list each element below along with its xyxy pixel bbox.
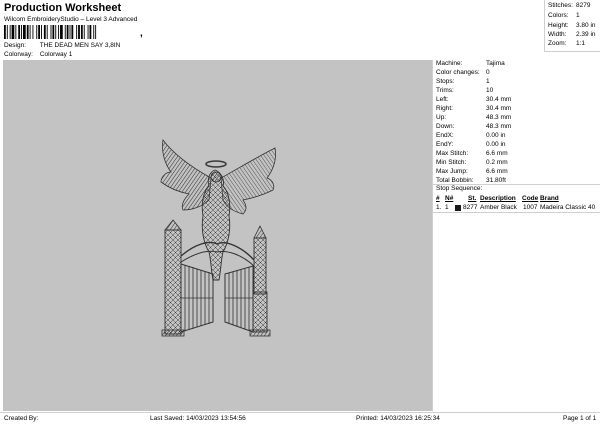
thread-color-swatch: [455, 205, 461, 211]
info-up: Up: 48.3 mm: [436, 114, 512, 121]
design-value: THE DEAD MEN SAY 3,8IN: [39, 42, 121, 49]
design-preview: [3, 60, 432, 411]
barcode-suffix: ,: [140, 28, 143, 39]
page-title: Production Worksheet: [4, 2, 122, 14]
stat-height: Height: 3.80 in: [548, 22, 596, 29]
info-total-bobbin: Total Bobbin: 31.80ft: [436, 177, 506, 184]
row-brand: Madeira Classic 40: [540, 204, 596, 211]
info-max-jump: Max Jump: 6.6 mm: [436, 168, 508, 175]
colorway-row: Colorway: Colorway 1: [4, 51, 72, 58]
stat-colors: Colors: 1: [548, 12, 580, 19]
footer: Created By: Last Saved: 14/03/2023 13:54…: [0, 412, 600, 424]
info-down: Down: 48.3 mm: [436, 123, 512, 130]
info-endy: EndY: 0.00 in: [436, 141, 506, 148]
last-saved: Last Saved: 14/03/2023 13:54:56: [150, 415, 246, 422]
info-stops: Stops: 1: [436, 78, 490, 85]
info-color-changes: Color changes: 0: [436, 69, 490, 76]
design-label: Design:: [4, 42, 27, 49]
row-st: 8277: [463, 204, 478, 211]
info-min-stitch: Min Stitch: 0.2 mm: [436, 159, 508, 166]
info-trims: Trims: 10: [436, 87, 494, 94]
colorway-value: Colorway 1: [39, 51, 73, 58]
col-num: #: [436, 195, 440, 202]
stat-zoom: Zoom: 1:1: [548, 40, 586, 47]
row-num: 1.: [436, 204, 442, 211]
col-code: Code: [522, 195, 539, 202]
page-number: Page 1 of 1: [563, 415, 597, 422]
design-row: Design: THE DEAD MEN SAY 3,8IN: [4, 42, 120, 49]
separator: [433, 212, 600, 213]
stat-stitches: Stitches: 8279: [548, 2, 591, 9]
info-left: Left: 30.4 mm: [436, 96, 512, 103]
info-right: Right: 30.4 mm: [436, 105, 512, 112]
row-n: 1: [445, 204, 449, 211]
stop-sequence-title: Stop Sequence:: [436, 185, 483, 192]
software-subtitle: Wilcom EmbroideryStudio – Level 3 Advanc…: [4, 16, 138, 23]
stats-box: Stitches: 8279 Colors: 1 Height: 3.80 in Wi…: [544, 0, 600, 52]
barcode: [4, 25, 97, 39]
info-max-stitch: Max Stitch: 6.6 mm: [436, 150, 508, 157]
colorway-label: Colorway:: [4, 51, 33, 58]
info-machine: Machine: Tajima: [436, 60, 505, 67]
printed-date: Printed: 14/03/2023 16:25:34: [356, 415, 440, 422]
info-endx: EndX: 0.00 in: [436, 132, 506, 139]
row-code: 1007: [523, 204, 538, 211]
stat-width: Width: 2.39 in: [548, 31, 596, 38]
col-st: St.: [468, 195, 477, 202]
col-description: Description: [480, 195, 516, 202]
col-brand: Brand: [540, 195, 559, 202]
row-description: Amber Black: [480, 204, 517, 211]
embroidery-design-image: [160, 139, 276, 337]
created-by: Created By:: [4, 415, 39, 422]
col-n: N#: [445, 195, 454, 202]
machine-info-panel: Machine: Tajima Color changes: 0 Stops: 1 T…: [432, 60, 600, 411]
production-worksheet: Production Worksheet Wilcom EmbroiderySt…: [0, 0, 600, 424]
